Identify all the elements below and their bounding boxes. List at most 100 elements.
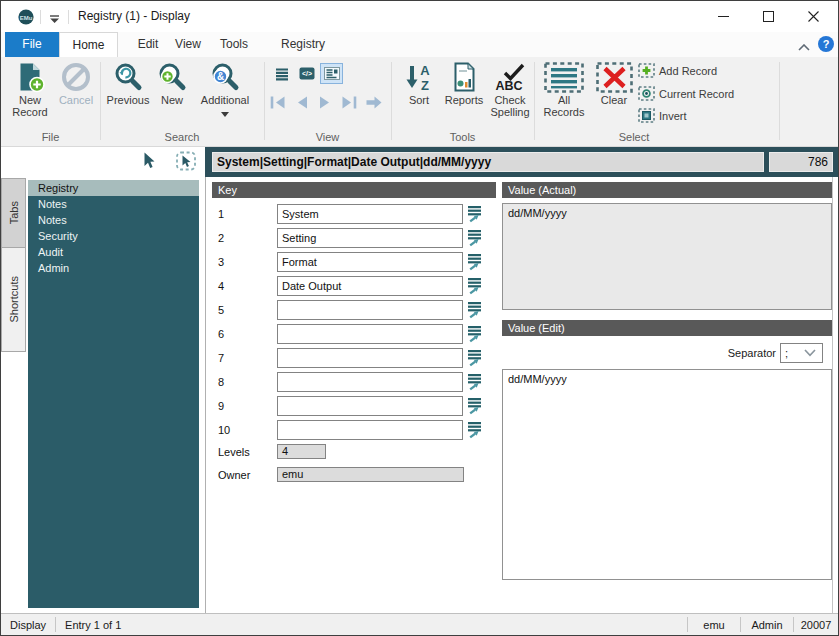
tab-list-item-registry[interactable]: Registry [28,180,199,196]
first-record-button[interactable] [267,93,287,111]
cancel-button[interactable]: Cancel [54,60,98,106]
lookup-list-icon[interactable] [467,301,482,321]
new-search-button[interactable]: New [153,60,191,106]
ribbon-collapse-icon[interactable] [798,41,810,53]
key-row-number: 7 [218,348,248,368]
all-records-button[interactable]: All Records [539,60,589,118]
owner-label: Owner [218,468,250,483]
key-input-3[interactable] [277,252,463,272]
view-code-button[interactable]: </> [295,63,318,84]
value-edit-box[interactable]: dd/MM/yyyy [502,369,832,580]
sort-button[interactable]: AZ Sort [399,60,439,106]
help-icon[interactable]: ? [818,36,834,54]
quick-access-dropdown-icon[interactable] [49,14,60,26]
previous-record-button[interactable] [291,93,311,111]
tab-list: Registry Notes Notes Security Audit Admi… [28,180,199,608]
tab-list-item-audit[interactable]: Audit [28,244,199,260]
ribbon: New Record Cancel File Previous New & Ad… [1,57,838,147]
key-input-2[interactable] [277,228,463,248]
key-input-7[interactable] [277,348,463,368]
lookup-list-icon[interactable] [467,253,482,273]
clear-selection-button[interactable]: Clear [592,60,636,106]
key-input-1[interactable] [277,204,463,224]
key-row-number: 2 [218,228,248,248]
lookup-list-icon[interactable] [467,397,482,417]
tab-list-item-security[interactable]: Security [28,228,199,244]
tab-list-item-notes[interactable]: Notes [28,196,199,212]
window-title: Registry (1) - Display [78,1,190,32]
ribbon-group-label-file: File [1,131,100,145]
tab-file[interactable]: File [5,32,59,57]
cursor-select-icon[interactable] [176,151,197,173]
svg-text:EMu: EMu [20,15,33,21]
check-spelling-button[interactable]: ABC Check Spelling [488,60,532,118]
view-code-icon: </> [299,67,315,80]
close-button[interactable] [791,1,836,32]
record-count[interactable]: 786 [769,152,833,172]
pane-divider [205,177,206,613]
view-form-button[interactable] [320,63,343,84]
summary-bar: System|Setting|Format|Date Output|dd/MM/… [205,147,838,177]
next-record-button[interactable] [315,93,335,111]
status-entry: Entry 1 of 1 [56,619,130,631]
status-group: Admin [741,619,793,631]
ribbon-group-separator [264,62,265,140]
key-input-6[interactable] [277,324,463,344]
tab-tools[interactable]: Tools [204,32,264,57]
new-record-icon [14,60,46,94]
reports-button[interactable]: Reports [441,60,487,106]
view-list-icon [274,67,290,81]
summary-row: System|Setting|Format|Date Output|dd/MM/… [1,147,838,177]
lookup-list-icon[interactable] [467,421,482,441]
key-input-8[interactable] [277,372,463,392]
lookup-list-icon[interactable] [467,349,482,369]
content-right-border [832,177,833,613]
sidebar-tab-tabs[interactable]: Tabs [1,178,26,248]
sidebar-tab-shortcuts[interactable]: Shortcuts [1,248,26,352]
key-input-5[interactable] [277,300,463,320]
key-input-4[interactable] [277,276,463,296]
owner-value: emu [277,467,464,482]
svg-text:ABC: ABC [495,79,522,93]
tab-list-item-notes2[interactable]: Notes [28,212,199,228]
lookup-list-icon[interactable] [467,373,482,393]
key-row-number: 8 [218,372,248,392]
previous-search-button[interactable]: Previous [104,60,152,106]
status-number: 20007 [794,619,838,631]
view-list-button[interactable] [270,63,293,84]
reports-icon [448,60,480,94]
value-edit-header: Value (Edit) [502,320,832,336]
key-input-9[interactable] [277,396,463,416]
key-input-10[interactable] [277,420,463,440]
app-icon[interactable]: EMu [18,9,34,27]
last-record-button[interactable] [339,93,359,111]
all-records-icon [544,60,584,94]
add-record-icon [638,63,655,80]
status-mode: Display [1,619,55,631]
maximize-button[interactable] [746,1,791,32]
lookup-list-icon[interactable] [467,277,482,297]
tab-home[interactable]: Home [59,32,118,57]
goto-record-button[interactable] [363,93,383,111]
tab-list-item-admin[interactable]: Admin [28,260,199,276]
record-summary[interactable]: System|Setting|Format|Date Output|dd/MM/… [212,152,764,172]
invert-selection-icon [638,108,655,125]
separator-label: Separator [661,343,776,363]
minimize-button[interactable] [701,1,746,32]
new-record-button[interactable]: New Record [6,60,54,118]
ribbon-group-label-tools: Tools [391,131,534,145]
invert-selection-button[interactable]: Invert [638,108,687,124]
separator-combobox[interactable]: ; [780,343,823,363]
current-record-select-button[interactable]: Current Record [638,86,734,102]
lookup-list-icon[interactable] [467,325,482,345]
lookup-list-icon[interactable] [467,205,482,225]
clear-selection-icon [596,60,633,94]
add-record-select-button[interactable]: Add Record [638,63,717,79]
main-area: Tabs Shortcuts Registry Notes Notes Secu… [1,177,838,613]
lookup-list-icon[interactable] [467,229,482,249]
tab-registry[interactable]: Registry [263,32,343,57]
cursor-arrow-icon[interactable] [143,152,156,172]
ribbon-group-label-view: View [264,131,391,145]
additional-search-button[interactable]: & Additional [193,60,257,119]
sort-icon: AZ [403,60,435,94]
